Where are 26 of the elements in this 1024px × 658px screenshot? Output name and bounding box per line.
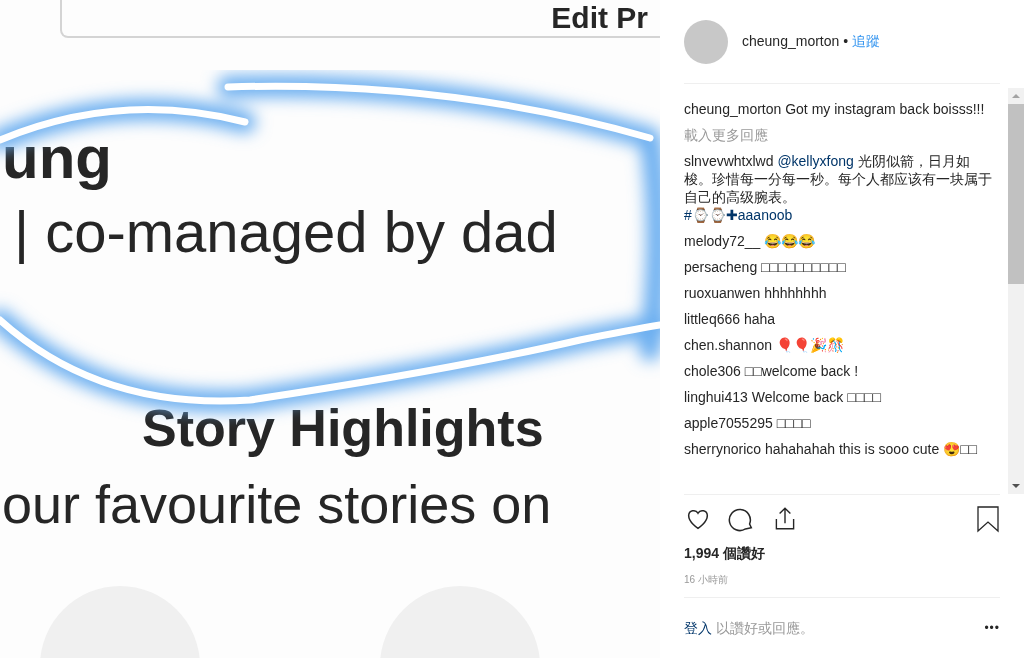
comment-text: littleq666 haha	[684, 310, 777, 329]
comment-text: persacheng □□□□□□□□□□	[684, 258, 847, 277]
comment-text: chen.shannon 🎈🎈🎉🎊	[684, 336, 845, 355]
comment-text: melody72__ 😂😂😂	[684, 232, 817, 251]
scroll-down-icon[interactable]	[1012, 484, 1020, 489]
highlights-subtext: our favourite stories on	[2, 473, 553, 536]
bookmark-icon[interactable]	[976, 505, 1000, 534]
separator-dot: •	[843, 32, 849, 52]
comment-text: ruoxuanwen hhhhhhhh	[684, 284, 828, 303]
comment-text: sherrynorico hahahahah this is sooo cute 😍□□	[684, 440, 979, 459]
comment-text: apple7055295 □□□□	[684, 414, 812, 433]
profile-name: ung	[2, 126, 113, 190]
likes-count[interactable]: 1,994 個讚好	[684, 543, 1000, 565]
scrollbar-thumb[interactable]	[1008, 104, 1024, 285]
post-time: 16 小時前	[684, 573, 729, 588]
scrollbar[interactable]	[1008, 88, 1024, 495]
author-name[interactable]: cheung_morton	[742, 31, 840, 53]
highlights-heading: Story Highlights	[142, 398, 545, 458]
profile-bio: | co-managed by dad	[14, 200, 559, 264]
caption-text: cheung_morton Got my instagram back boisss!!!	[684, 100, 986, 119]
comment-text: linghui413 Welcome back □□□□	[684, 388, 882, 407]
login-prompt: 以讚好或回應。	[716, 618, 814, 638]
login-link[interactable]: 登入	[684, 617, 712, 639]
comment-text: slnvevwhtxlwd @kellyxfong 光阴似箭，日月如梭。珍惜每一分每一秒。每个人都应该有一块属于自己的高级腕表。 #⌚⌚✚aaanoob	[684, 152, 993, 225]
more-options-button[interactable]: •••	[984, 619, 1000, 638]
comment-text: chole306 □□welcome back !	[684, 362, 860, 381]
